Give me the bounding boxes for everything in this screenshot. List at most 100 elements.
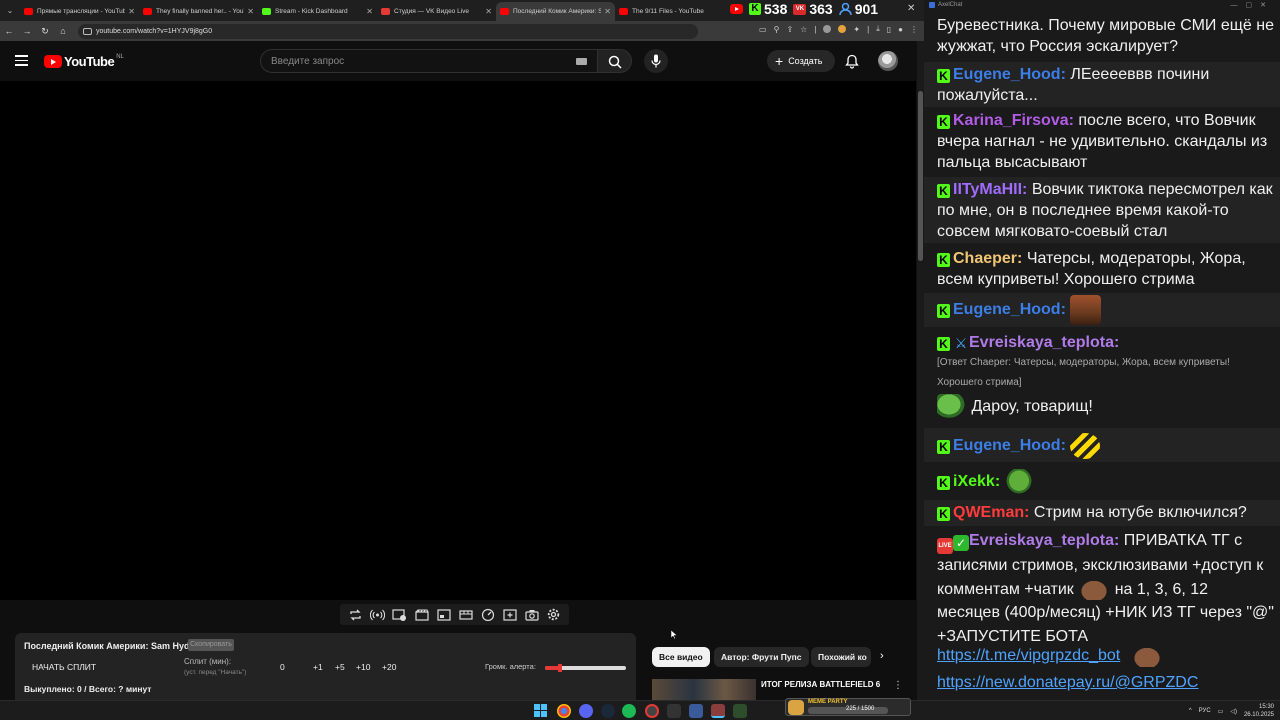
- donatepay-link[interactable]: https://new.donatepay.ru/@GRPZDC: [937, 674, 1198, 691]
- profile-icon[interactable]: ●: [898, 25, 903, 34]
- tab-kick-dashboard[interactable]: Stream - Kick Dashboard ✕: [258, 2, 377, 21]
- app-icon[interactable]: [733, 704, 747, 718]
- alert-volume-knob[interactable]: [557, 664, 562, 672]
- theater-mode-icon[interactable]: [456, 606, 475, 623]
- steam-icon[interactable]: [601, 704, 615, 718]
- share-icon[interactable]: ⇪: [786, 25, 793, 34]
- playlist-icon[interactable]: [390, 606, 409, 623]
- add-20-button[interactable]: +20: [382, 662, 396, 672]
- tab-current-video[interactable]: Последний Комик Америки: Sam Hyde✕: [496, 2, 615, 21]
- chat-message: K IITyMaHII: Вовчик тиктока пересмотрел к…: [924, 177, 1280, 243]
- chrome-icon[interactable]: [557, 704, 571, 718]
- volume-icon[interactable]: ◁): [1230, 708, 1237, 715]
- alert-volume-slider[interactable]: [545, 664, 626, 672]
- network-icon[interactable]: ▭: [1218, 708, 1224, 715]
- active-app-icon[interactable]: [711, 704, 725, 718]
- tab-close-icon[interactable]: ✕: [247, 7, 254, 16]
- recommendation-title[interactable]: ИТОГ РЕЛИЗА BATTLEFIELD 6: [761, 680, 880, 689]
- bookmark-star-icon[interactable]: ☆: [800, 25, 807, 34]
- url-field[interactable]: youtube.com/watch?v=1HYJV9j8gG0: [78, 23, 698, 39]
- add-5-button[interactable]: +5: [335, 662, 345, 672]
- chip-all-videos[interactable]: Все видео: [652, 647, 710, 667]
- obs-icon[interactable]: [645, 704, 659, 718]
- video-player[interactable]: [0, 81, 916, 600]
- tray-overflow-icon[interactable]: ^: [1189, 708, 1192, 714]
- add-10-button[interactable]: +10: [356, 662, 370, 672]
- recommendation-thumbnail[interactable]: [652, 679, 756, 700]
- sidebar-icon[interactable]: ▯: [887, 25, 891, 34]
- tab-search-icon[interactable]: ⌄: [0, 0, 20, 21]
- notifications-bell-icon[interactable]: [845, 54, 859, 69]
- split-minutes-value: 0: [280, 662, 285, 672]
- tab-close-icon[interactable]: ✕: [485, 7, 492, 16]
- cast-icon[interactable]: ▭: [759, 25, 767, 34]
- download-icon[interactable]: ⤓: [876, 24, 880, 34]
- add-frame-icon[interactable]: [500, 606, 519, 623]
- keyboard-icon[interactable]: [576, 58, 587, 65]
- tab-911-files[interactable]: The 9/11 Files - YouTube: [615, 2, 734, 21]
- chat-message: K QWEman: Стрим на ютубе включился?: [924, 500, 1280, 526]
- vk-viewer-count: 363: [809, 1, 833, 17]
- scrollbar-thumb[interactable]: [918, 91, 923, 261]
- back-icon[interactable]: ←: [0, 26, 18, 36]
- broadcast-icon[interactable]: [368, 606, 387, 623]
- window-controls[interactable]: —▢✕: [1231, 1, 1274, 9]
- chevron-right-icon[interactable]: ›: [880, 650, 884, 662]
- browser-menu-icon[interactable]: ⋮: [910, 25, 918, 34]
- start-split-button[interactable]: НАЧАТЬ СПЛИТ: [32, 662, 96, 672]
- account-avatar[interactable]: [878, 51, 898, 71]
- search-button[interactable]: [597, 49, 632, 73]
- clapperboard-icon[interactable]: [412, 606, 431, 623]
- chat-message: https://t.me/vipgrpzdc_bot: [924, 645, 1280, 671]
- clock[interactable]: 15:30 26.10.2025: [1244, 703, 1274, 719]
- chip-author[interactable]: Автор: Фрути Пупс: [714, 647, 809, 667]
- search-input[interactable]: Введите запрос: [260, 49, 598, 73]
- tab-banned-video[interactable]: They finally banned her.. - YouTube✕: [139, 2, 258, 21]
- kick-badge-icon: K: [937, 184, 950, 198]
- app-icon[interactable]: [689, 704, 703, 718]
- discord-icon[interactable]: [579, 704, 593, 718]
- message-text: Буревестника. Почему мировые СМИ ещё не …: [937, 17, 1274, 55]
- app-icon[interactable]: [667, 704, 681, 718]
- extension-icon[interactable]: [823, 25, 832, 33]
- split-minutes-label: Сплит (мин):: [184, 657, 232, 666]
- language-indicator[interactable]: РУС: [1199, 708, 1211, 714]
- tab-title: Последний Комик Америки: Sam Hyde: [513, 8, 602, 15]
- spotify-icon[interactable]: [622, 704, 636, 718]
- picture-in-picture-icon[interactable]: [434, 606, 453, 623]
- youtube-home-logo[interactable]: YouTube NL: [44, 54, 124, 69]
- settings-gear-icon[interactable]: [544, 606, 563, 623]
- speed-gauge-icon[interactable]: [478, 606, 497, 623]
- home-icon[interactable]: ⌂: [54, 26, 72, 36]
- tab-vk-studio[interactable]: Студия — VK Видео Live ✕: [377, 2, 496, 21]
- zoom-icon[interactable]: ⚲: [774, 25, 780, 34]
- tab-live-streams[interactable]: Прямые трансляции - YouTube ✕: [20, 2, 139, 21]
- copy-button[interactable]: Скопировать: [188, 639, 234, 651]
- chip-similar[interactable]: Похожий ко: [811, 647, 871, 667]
- telegram-bot-link[interactable]: https://t.me/vipgrpzdc_bot: [937, 647, 1120, 664]
- kick-badge-icon: K: [937, 337, 950, 351]
- create-button[interactable]: + Создать: [767, 50, 835, 72]
- extensions-puzzle-icon[interactable]: ✦: [853, 25, 860, 34]
- page-scrollbar[interactable]: [917, 41, 924, 700]
- tab-close-icon[interactable]: ✕: [604, 7, 611, 16]
- window-close-icon[interactable]: ✕: [907, 3, 915, 14]
- tab-close-icon[interactable]: ✕: [128, 7, 135, 16]
- stream-counters-overlay: K 538 VK 363 901: [730, 0, 878, 18]
- extension-icon[interactable]: [838, 25, 847, 33]
- guide-menu-icon[interactable]: [15, 55, 28, 66]
- chat-message: K Chaeper: Чатерсы, модераторы, Жора, все…: [924, 248, 1280, 290]
- site-info-icon[interactable]: [83, 27, 92, 35]
- reload-icon[interactable]: ↻: [36, 26, 54, 37]
- extension-control-bar: [340, 604, 569, 625]
- screenshot-camera-icon[interactable]: [522, 606, 541, 623]
- forward-icon[interactable]: →: [18, 26, 36, 36]
- separator: |: [867, 24, 870, 34]
- voice-search-button[interactable]: [644, 49, 668, 73]
- tab-title: They finally banned her.. - YouTube: [156, 8, 244, 15]
- add-1-button[interactable]: +1: [313, 662, 323, 672]
- start-menu-icon[interactable]: [534, 704, 547, 717]
- more-options-icon[interactable]: ⋮: [893, 680, 903, 691]
- loop-icon[interactable]: [346, 606, 365, 623]
- tab-close-icon[interactable]: ✕: [366, 7, 373, 16]
